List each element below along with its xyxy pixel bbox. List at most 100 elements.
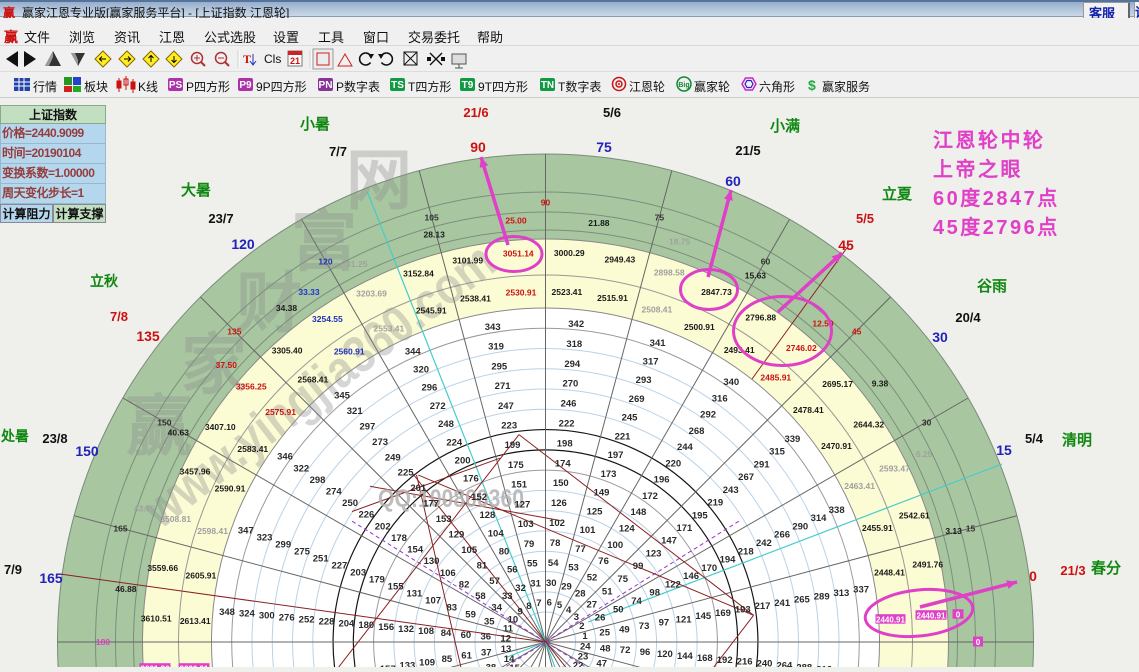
svg-text:3101.99: 3101.99 xyxy=(452,255,483,265)
svg-text:2515.91: 2515.91 xyxy=(597,293,628,303)
svg-text:小满: 小满 xyxy=(770,117,800,135)
svg-text:34.38: 34.38 xyxy=(276,303,298,313)
svg-text:3508.81: 3508.81 xyxy=(160,514,191,524)
svg-text:343: 343 xyxy=(485,322,501,333)
svg-text:30: 30 xyxy=(932,329,948,345)
svg-text:202: 202 xyxy=(375,521,391,532)
svg-text:上帝之眼: 上帝之眼 xyxy=(933,157,1023,181)
svg-text:2500.91: 2500.91 xyxy=(684,322,715,332)
svg-text:106: 106 xyxy=(440,568,456,579)
svg-text:2523.41: 2523.41 xyxy=(552,287,583,297)
svg-text:51: 51 xyxy=(602,587,613,598)
svg-text:317: 317 xyxy=(643,357,659,368)
svg-text:37: 37 xyxy=(481,647,492,658)
svg-text:3051.14: 3051.14 xyxy=(503,249,534,259)
svg-text:252: 252 xyxy=(299,615,315,626)
svg-text:251: 251 xyxy=(313,554,330,565)
svg-text:146: 146 xyxy=(683,571,699,582)
svg-text:339: 339 xyxy=(784,434,800,445)
svg-text:2455.91: 2455.91 xyxy=(862,523,893,533)
svg-text:12: 12 xyxy=(500,634,511,645)
svg-text:80: 80 xyxy=(499,547,510,558)
svg-text:处暑: 处暑 xyxy=(0,428,29,444)
svg-text:154: 154 xyxy=(407,545,424,556)
svg-text:6: 6 xyxy=(547,598,552,609)
svg-text:128: 128 xyxy=(479,510,495,521)
svg-text:172: 172 xyxy=(642,491,658,502)
svg-text:2644.32: 2644.32 xyxy=(853,419,884,429)
svg-text:179: 179 xyxy=(369,575,385,586)
svg-text:2542.61: 2542.61 xyxy=(899,511,930,521)
svg-text:180: 180 xyxy=(96,637,110,647)
svg-text:248: 248 xyxy=(438,419,454,430)
svg-text:2478.41: 2478.41 xyxy=(793,405,824,415)
svg-text:224: 224 xyxy=(446,437,463,448)
svg-text:165: 165 xyxy=(39,570,63,586)
svg-text:344: 344 xyxy=(405,346,422,357)
svg-text:5: 5 xyxy=(557,600,563,611)
svg-text:90: 90 xyxy=(470,139,486,155)
svg-text:33.33: 33.33 xyxy=(298,287,320,297)
svg-text:155: 155 xyxy=(388,582,405,593)
svg-text:340: 340 xyxy=(723,377,739,388)
svg-text:3305.40: 3305.40 xyxy=(272,345,303,355)
svg-text:55: 55 xyxy=(527,559,538,570)
svg-text:193: 193 xyxy=(735,605,751,616)
svg-text:7: 7 xyxy=(536,598,541,609)
svg-text:TN: TN xyxy=(541,80,554,91)
svg-text:174: 174 xyxy=(555,458,572,469)
svg-text:0: 0 xyxy=(1029,568,1037,584)
svg-text:145: 145 xyxy=(695,611,712,622)
svg-text:170: 170 xyxy=(701,563,717,574)
svg-text:347: 347 xyxy=(238,525,254,536)
svg-text:23/8: 23/8 xyxy=(42,431,67,446)
svg-text:P9: P9 xyxy=(239,80,252,91)
svg-text:324: 324 xyxy=(239,609,256,620)
svg-text:73: 73 xyxy=(639,621,650,632)
svg-text:315: 315 xyxy=(769,447,786,458)
svg-text:33: 33 xyxy=(502,591,513,602)
svg-text:173: 173 xyxy=(601,469,617,480)
svg-text:318: 318 xyxy=(566,339,582,350)
svg-text:219: 219 xyxy=(707,498,723,509)
svg-text:225: 225 xyxy=(398,468,415,479)
svg-text:25: 25 xyxy=(599,628,610,639)
svg-text:123: 123 xyxy=(646,548,662,559)
svg-text:46.88: 46.88 xyxy=(115,584,137,594)
svg-text:275: 275 xyxy=(294,546,311,557)
svg-text:3254.55: 3254.55 xyxy=(312,314,343,324)
svg-text:198: 198 xyxy=(557,438,573,449)
svg-text:131: 131 xyxy=(406,589,423,600)
svg-text:2463.41: 2463.41 xyxy=(844,481,875,491)
svg-text:21/3: 21/3 xyxy=(1060,563,1085,578)
svg-text:58: 58 xyxy=(475,591,486,602)
svg-text:274: 274 xyxy=(326,487,343,498)
svg-text:133: 133 xyxy=(399,661,415,667)
svg-text:175: 175 xyxy=(508,460,525,471)
svg-text:105: 105 xyxy=(461,545,478,556)
svg-text:250: 250 xyxy=(342,498,358,509)
svg-text:2583.41: 2583.41 xyxy=(237,444,268,454)
svg-text:2605.91: 2605.91 xyxy=(186,571,217,581)
svg-text:47: 47 xyxy=(596,659,607,668)
svg-text:150: 150 xyxy=(553,478,569,489)
svg-text:194: 194 xyxy=(720,555,737,566)
svg-text:288: 288 xyxy=(796,662,812,667)
svg-text:59: 59 xyxy=(465,610,476,621)
svg-text:清明: 清明 xyxy=(1062,431,1092,449)
svg-text:36: 36 xyxy=(481,632,492,643)
svg-text:316: 316 xyxy=(712,393,728,404)
svg-text:299: 299 xyxy=(275,539,291,550)
svg-text:45度2796点: 45度2796点 xyxy=(933,215,1060,239)
svg-text:247: 247 xyxy=(498,401,514,412)
svg-text:15: 15 xyxy=(509,663,520,667)
svg-text:3152.84: 3152.84 xyxy=(403,269,434,279)
svg-text:2508.41: 2508.41 xyxy=(642,305,673,315)
svg-text:199: 199 xyxy=(505,440,521,451)
svg-text:2560.91: 2560.91 xyxy=(334,347,365,357)
svg-text:176: 176 xyxy=(463,474,479,485)
svg-text:2575.91: 2575.91 xyxy=(265,407,296,417)
svg-text:2545.91: 2545.91 xyxy=(416,306,447,316)
svg-text:345: 345 xyxy=(334,391,351,402)
svg-text:6.25: 6.25 xyxy=(916,449,933,459)
